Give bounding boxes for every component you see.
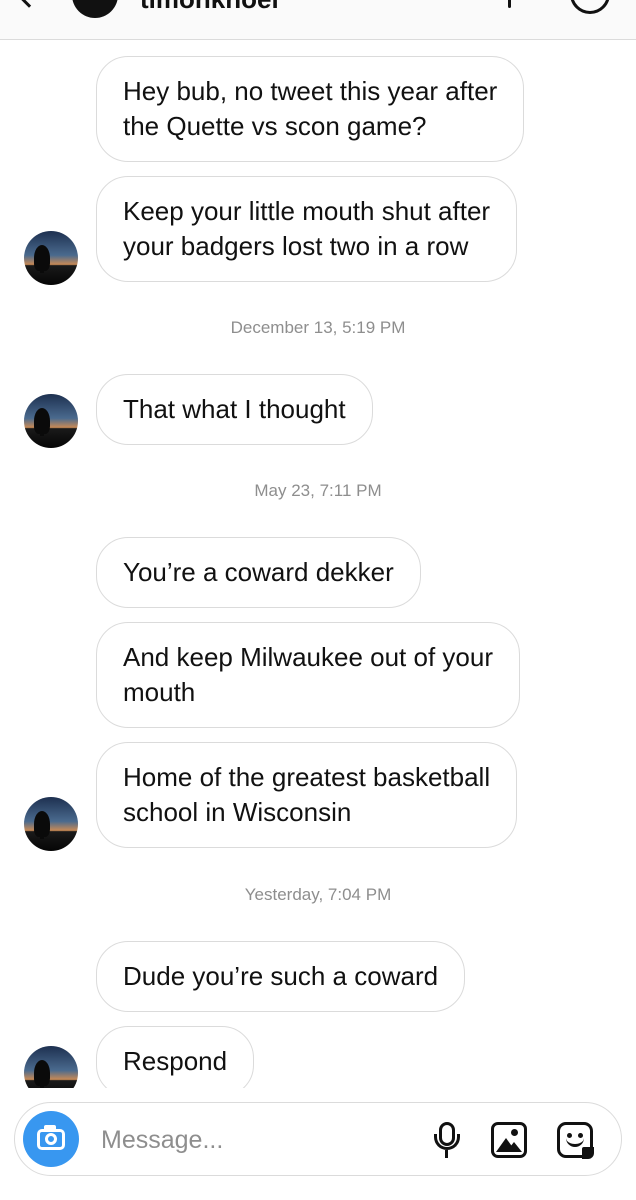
camera-icon[interactable] bbox=[23, 1111, 79, 1167]
info-icon[interactable] bbox=[570, 0, 610, 14]
sender-avatar[interactable] bbox=[24, 231, 78, 285]
sender-avatar[interactable] bbox=[24, 1046, 78, 1088]
message-thread[interactable]: Hey bub, no tweet this year after the Qu… bbox=[0, 40, 636, 1088]
message-bubble[interactable]: Keep your little mouth shut after your b… bbox=[96, 176, 518, 282]
message-bubble[interactable]: Hey bub, no tweet this year after the Qu… bbox=[96, 56, 525, 162]
header-username[interactable]: timonkhoel bbox=[140, 0, 279, 15]
sender-avatar[interactable] bbox=[24, 394, 78, 448]
call-icon[interactable] bbox=[508, 0, 511, 8]
timestamp: May 23, 7:11 PM bbox=[254, 481, 382, 500]
chat-header: timonkhoel bbox=[0, 0, 636, 40]
message-composer bbox=[14, 1102, 622, 1176]
sticker-icon[interactable] bbox=[555, 1120, 595, 1160]
message-bubble[interactable]: You’re a coward dekker bbox=[96, 537, 421, 608]
gallery-icon[interactable] bbox=[489, 1120, 529, 1160]
message-bubble[interactable]: Dude you’re such a coward bbox=[96, 941, 466, 1012]
message-bubble[interactable]: Respond bbox=[96, 1026, 255, 1088]
message-bubble[interactable]: Home of the greatest basketball school i… bbox=[96, 742, 518, 848]
message-bubble[interactable]: That what I thought bbox=[96, 374, 373, 445]
microphone-icon[interactable] bbox=[427, 1120, 467, 1160]
message-input[interactable] bbox=[101, 1121, 401, 1159]
message-bubble[interactable]: And keep Milwaukee out of your mouth bbox=[96, 622, 520, 728]
timestamp: Yesterday, 7:04 PM bbox=[244, 885, 392, 904]
back-arrow-icon[interactable] bbox=[16, 0, 42, 8]
timestamp: December 13, 5:19 PM bbox=[230, 318, 406, 337]
header-avatar[interactable] bbox=[72, 0, 118, 18]
sender-avatar[interactable] bbox=[24, 797, 78, 851]
